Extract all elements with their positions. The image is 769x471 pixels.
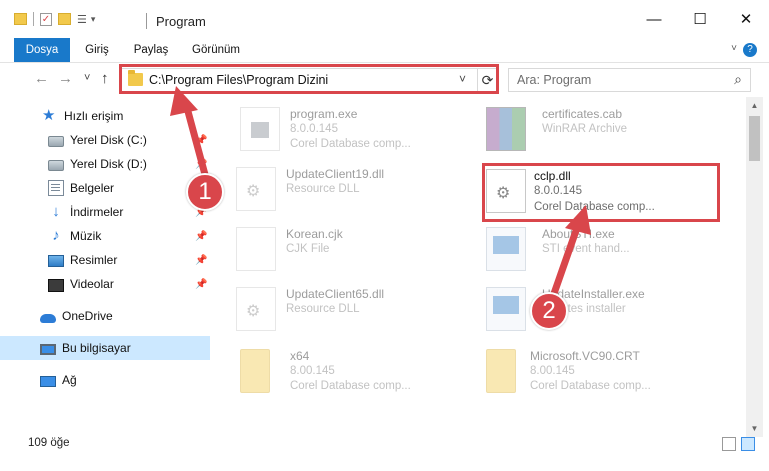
- step-callout-2: 2: [530, 292, 568, 330]
- details-view-icon[interactable]: [722, 437, 736, 451]
- item-count: 109 öğe: [28, 437, 70, 449]
- arrow-2: [546, 205, 591, 309]
- scroll-thumb[interactable]: [749, 116, 760, 161]
- scroll-up-icon[interactable]: ▲: [746, 97, 763, 114]
- scroll-down-icon[interactable]: ▼: [746, 420, 763, 437]
- large-icons-view-icon[interactable]: [741, 437, 755, 451]
- annotation-arrows: [170, 86, 591, 309]
- vertical-scrollbar[interactable]: ▲ ▼: [746, 97, 763, 437]
- arrow-1: [170, 86, 211, 186]
- status-bar: 109 öğe: [0, 437, 769, 471]
- step-callout-1: 1: [186, 173, 224, 211]
